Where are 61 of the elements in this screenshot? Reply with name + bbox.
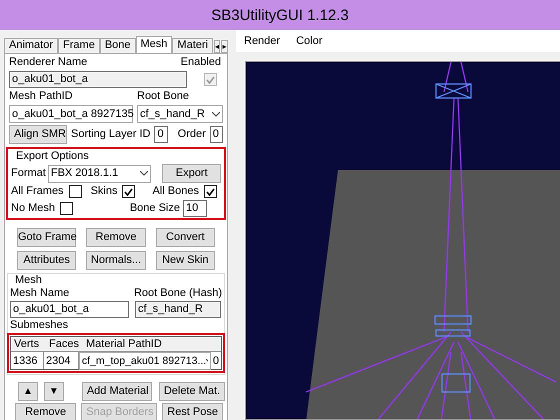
tab[interactable]: Mesh <box>136 36 172 53</box>
table-cell: 1336 <box>11 352 44 369</box>
field-label: Order <box>178 128 206 141</box>
text-field[interactable]: o_aku01_bot_a <box>9 71 187 88</box>
text-field[interactable]: 0 <box>210 126 223 143</box>
button[interactable]: Convert <box>156 228 215 247</box>
checkbox-label: All Frames <box>11 185 64 198</box>
checkbox[interactable] <box>60 202 74 215</box>
viewport[interactable] <box>245 61 560 420</box>
button[interactable]: Export <box>162 164 221 183</box>
button[interactable]: Goto Frame <box>17 228 76 247</box>
button[interactable]: Attributes <box>17 251 76 270</box>
tab-scroll-button[interactable]: ▸ <box>221 40 228 53</box>
table-cell-text: 0 <box>212 354 220 369</box>
field-label: Renderer Name <box>9 56 88 69</box>
text-field[interactable]: o_aku01_bot_a <box>10 301 129 318</box>
menu-item[interactable]: Color <box>296 34 322 48</box>
button[interactable]: Delete Mat. <box>158 382 226 401</box>
field-label: Submeshes <box>10 319 70 332</box>
field-label: Root Bone (Hash) <box>134 287 222 300</box>
text-field[interactable]: 0 <box>154 126 168 143</box>
group-title: Export Options <box>16 150 90 162</box>
dropdown[interactable]: cf_s_hand_R <box>137 105 223 123</box>
tab[interactable]: Frame <box>58 38 100 53</box>
button[interactable]: ▼ <box>44 382 64 401</box>
text-field[interactable]: 10 <box>183 200 207 217</box>
field-label: Sorting Layer ID <box>71 128 150 141</box>
field-label: Enabled <box>180 56 221 69</box>
checkbox-label: Skins <box>90 185 118 198</box>
field-label: Mesh PathID <box>9 90 74 103</box>
field-label: Format <box>11 167 46 180</box>
group-title: Mesh <box>15 274 43 286</box>
dropdown[interactable]: cf_m_top_aku01 892713... <box>78 352 211 370</box>
tab[interactable]: Materi <box>172 38 213 53</box>
button[interactable]: ▲ <box>18 382 38 401</box>
column-header: Faces <box>48 338 80 350</box>
checkbox[interactable] <box>68 185 82 198</box>
column-header: Verts <box>13 338 40 350</box>
column-header: Material PathID <box>85 338 163 350</box>
tab[interactable]: Bone <box>100 38 136 53</box>
field-label: Mesh Name <box>10 287 70 300</box>
field-label: Bone Size <box>130 202 180 215</box>
checkbox-label: No Mesh <box>11 202 56 215</box>
button[interactable]: Remove <box>15 403 76 420</box>
checkbox[interactable] <box>204 185 217 198</box>
tab[interactable]: Animator <box>4 38 58 53</box>
window-title: SB3UtilityGUI 1.12.3 <box>0 0 560 30</box>
checkbox[interactable] <box>122 185 136 198</box>
menu-item[interactable]: Render <box>244 34 280 48</box>
button[interactable]: Normals... <box>86 251 146 270</box>
button[interactable]: Add Material <box>82 382 152 401</box>
dropdown[interactable]: FBX 2018.1.1 <box>48 164 152 182</box>
button[interactable]: Rest Pose <box>162 403 223 420</box>
button[interactable]: New Skin <box>156 251 215 270</box>
text-field[interactable]: cf_s_hand_R <box>135 301 221 318</box>
tab-scroll-button[interactable]: ◂ <box>214 40 220 53</box>
button[interactable]: Align SMR <box>9 125 67 144</box>
checkbox-label: All Bones <box>152 185 199 198</box>
field-label: Root Bone <box>137 90 189 103</box>
button[interactable]: Remove <box>86 228 146 247</box>
dropdown[interactable]: o_aku01_bot_a 8927135 <box>9 105 133 123</box>
